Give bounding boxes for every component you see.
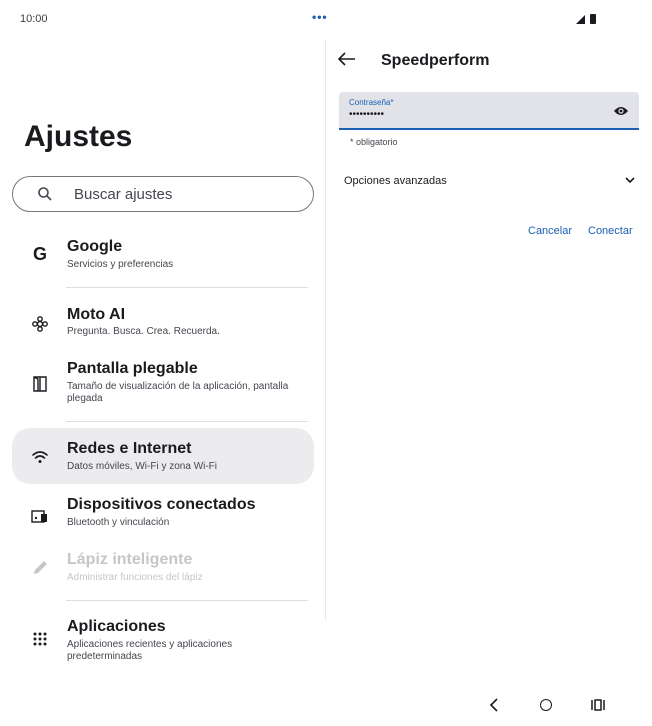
settings-item-foldable-screen[interactable]: Pantalla plegable Tamaño de visualizació… — [12, 356, 314, 412]
foldable-icon — [28, 372, 52, 396]
item-title: Aplicaciones — [67, 618, 166, 635]
item-title: Lápiz inteligente — [67, 551, 193, 568]
item-title: Redes e Internet — [67, 440, 192, 457]
section-divider — [66, 600, 308, 601]
item-subtitle: Administrar funciones del lápiz — [67, 572, 203, 583]
settings-item-smart-pen: Lápiz inteligente Administrar funciones … — [12, 546, 314, 592]
settings-item-google[interactable]: G Google Servicios y preferencias — [12, 230, 314, 278]
show-password-eye-icon[interactable] — [613, 105, 629, 117]
item-subtitle: Aplicaciones recientes y aplicaciones pr… — [67, 639, 233, 662]
page-title: Ajustes — [24, 120, 133, 153]
chevron-down-icon[interactable] — [624, 174, 636, 186]
moto-ai-icon — [28, 312, 52, 336]
settings-item-apps[interactable]: Aplicaciones Aplicaciones recientes y ap… — [12, 612, 314, 668]
item-title: Google — [67, 238, 123, 255]
item-title: Moto AI — [67, 306, 126, 323]
more-dots-icon: ••• — [312, 10, 328, 24]
password-help-text: * obligatorio — [350, 137, 398, 147]
pane-divider — [325, 40, 326, 620]
nav-back-icon[interactable] — [489, 698, 499, 712]
pen-icon — [28, 556, 52, 580]
signal-battery-icon — [576, 14, 596, 24]
back-arrow-icon[interactable] — [338, 52, 356, 66]
item-subtitle: Datos móviles, Wi-Fi y zona Wi-Fi — [67, 461, 218, 472]
settings-item-network[interactable]: Redes e Internet Datos móviles, Wi-Fi y … — [12, 428, 314, 484]
nav-home-icon[interactable] — [540, 699, 552, 711]
search-icon — [38, 187, 52, 201]
item-title: Pantalla plegable — [67, 360, 198, 377]
item-subtitle: Servicios y preferencias — [67, 259, 174, 270]
item-title: Dispositivos conectados — [67, 496, 256, 513]
nav-recents-icon[interactable] — [591, 699, 605, 711]
network-title: Speedperform — [381, 52, 490, 69]
cancel-button[interactable]: Cancelar — [528, 225, 572, 237]
wifi-icon — [28, 445, 52, 469]
advanced-options-toggle[interactable]: Opciones avanzadas — [344, 175, 447, 187]
password-value: •••••••••• — [349, 109, 385, 120]
settings-item-connected-devices[interactable]: Dispositivos conectados Bluetooth y vinc… — [12, 492, 314, 540]
item-subtitle: Pregunta. Busca. Crea. Recuerda. — [67, 326, 220, 337]
connect-button[interactable]: Conectar — [588, 225, 633, 237]
settings-item-moto-ai[interactable]: Moto AI Pregunta. Busca. Crea. Recuerda. — [12, 300, 314, 346]
password-field[interactable]: Contraseña* •••••••••• — [339, 92, 639, 130]
search-placeholder: Buscar ajustes — [74, 186, 173, 203]
status-time: 10:00 — [20, 13, 48, 25]
devices-icon — [28, 505, 52, 529]
section-divider — [66, 421, 308, 422]
password-label: Contraseña* — [349, 98, 394, 107]
item-subtitle: Tamaño de visualización de la aplicación… — [67, 381, 289, 404]
search-bar[interactable]: Buscar ajustes — [12, 176, 314, 212]
section-divider — [66, 287, 308, 288]
google-icon: G — [32, 243, 47, 264]
status-bar: 10:00 ••• — [0, 0, 652, 38]
apps-grid-icon — [28, 627, 52, 651]
item-subtitle: Bluetooth y vinculación — [67, 517, 170, 528]
